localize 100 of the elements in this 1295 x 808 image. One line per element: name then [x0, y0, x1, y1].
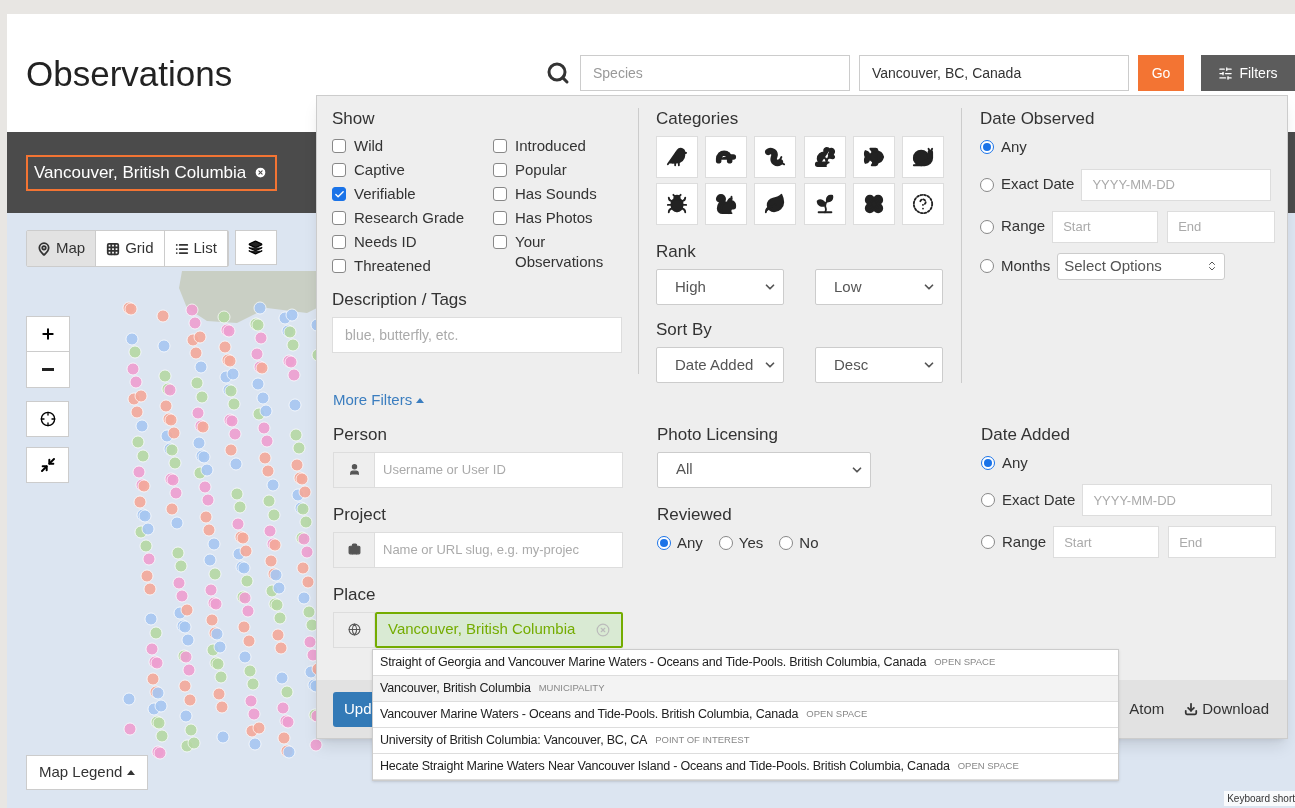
- leaf-icon: [764, 193, 787, 215]
- checkbox[interactable]: [332, 163, 346, 177]
- tags-field[interactable]: blue, butterfly, etc.: [332, 317, 622, 353]
- close-icon[interactable]: [254, 166, 268, 179]
- radio-label: No: [799, 532, 819, 553]
- search-icon: [546, 61, 570, 85]
- rank-select[interactable]: High: [656, 269, 784, 305]
- checkbox-label: Threatened: [354, 256, 431, 276]
- category-button[interactable]: [656, 136, 698, 178]
- checkbox[interactable]: [332, 139, 346, 153]
- months-select[interactable]: Select Options: [1057, 252, 1226, 280]
- radio-label: Exact Date: [1001, 174, 1075, 195]
- checkbox[interactable]: [493, 235, 507, 249]
- category-button[interactable]: [901, 136, 944, 178]
- caret-icon: [416, 397, 425, 403]
- category-button[interactable]: [852, 136, 895, 178]
- fullscreen-button[interactable]: [26, 447, 69, 483]
- radio-label: Exact Date: [1002, 489, 1076, 510]
- checkbox[interactable]: [332, 211, 346, 225]
- radio-button[interactable]: [980, 259, 994, 273]
- suggestion-label: Vancouver Marine Waters - Oceans and Tide-Pools. British Columbia, Canada: [380, 706, 799, 724]
- radio-button[interactable]: [981, 535, 995, 549]
- fish-icon: [862, 146, 885, 168]
- category-button[interactable]: [705, 136, 748, 178]
- question-icon: [911, 193, 934, 215]
- checkbox-label: Needs ID: [354, 232, 417, 252]
- filters-button[interactable]: Filters: [1201, 55, 1295, 91]
- more-filters-link[interactable]: More Filters: [333, 389, 425, 412]
- section-title: Reviewed: [657, 503, 733, 526]
- locate-icon: [39, 411, 56, 427]
- suggestion-item[interactable]: Straight of Georgia and Vancouver Marine Waters - Oceans and Tide-Pools. British Columbia, Canada OPEN SPACE: [373, 650, 1118, 676]
- end-date-field[interactable]: End: [1167, 210, 1276, 243]
- radio-button[interactable]: [981, 493, 995, 507]
- radio-button[interactable]: [980, 219, 994, 234]
- download-link[interactable]: Download: [1184, 697, 1269, 721]
- checkbox[interactable]: [493, 163, 507, 177]
- radio-button[interactable]: [657, 535, 671, 550]
- radio-button[interactable]: [980, 177, 994, 192]
- checkbox[interactable]: [493, 139, 507, 153]
- checkbox-label: Has Sounds: [515, 184, 597, 204]
- date-field[interactable]: YYYY-MM-DD: [1081, 168, 1272, 201]
- place-filter-chip[interactable]: Vancouver, British Columbia: [26, 154, 278, 191]
- layers-button[interactable]: [234, 230, 277, 265]
- section-title: Date Observed: [980, 108, 1096, 130]
- category-button[interactable]: [705, 183, 748, 225]
- suggestion-item[interactable]: Vancouver Marine Waters - Oceans and Tide-Pools. British Columbia, Canada OPEN SPACE: [373, 702, 1118, 728]
- checkbox-label: Verifiable: [354, 184, 416, 204]
- suggestion-item[interactable]: Hecate Straight Marine Waters Near Vancouver Island - Oceans and Tide-Pools. British Columbia, Canada OPEN SPACE: [373, 754, 1118, 780]
- person-field[interactable]: Username or User ID: [375, 451, 623, 488]
- radio-button[interactable]: [718, 535, 733, 550]
- species-field[interactable]: Species: [580, 55, 850, 91]
- suggestion-item[interactable]: University of British Columbia: Vancouver, BC, CA POINT OF INTEREST: [373, 728, 1118, 754]
- start-date-field[interactable]: Start: [1053, 526, 1160, 558]
- category-button[interactable]: [901, 183, 944, 225]
- sort-field-select[interactable]: Date Added: [656, 347, 784, 383]
- grid-icon: [106, 241, 121, 256]
- start-date-field[interactable]: Start: [1052, 210, 1159, 243]
- map-legend-button[interactable]: Map Legend: [26, 755, 149, 790]
- checkbox[interactable]: [332, 259, 346, 273]
- category-button[interactable]: [656, 183, 698, 225]
- snail-icon: [911, 146, 934, 168]
- radio-label: Any: [1001, 137, 1027, 157]
- category-button[interactable]: [803, 183, 846, 225]
- suggestion-type: OPEN SPACE: [934, 655, 996, 670]
- date-field[interactable]: YYYY-MM-DD: [1082, 484, 1273, 516]
- location-field[interactable]: Vancouver, BC, Canada: [859, 55, 1129, 91]
- shrink-icon: [39, 457, 56, 473]
- radio-label: Yes: [738, 532, 764, 553]
- category-button[interactable]: [803, 136, 846, 178]
- category-button[interactable]: [754, 183, 797, 225]
- section-title: Rank: [656, 241, 697, 263]
- page-title: Observations: [26, 55, 233, 91]
- rank-select[interactable]: Low: [815, 269, 943, 305]
- checkbox[interactable]: [332, 187, 346, 201]
- end-date-field[interactable]: End: [1168, 526, 1277, 558]
- sliders-icon: [1218, 65, 1234, 81]
- checkbox[interactable]: [493, 211, 507, 225]
- suggestion-type: MUNICIPALITY: [538, 681, 605, 696]
- section-title: Sort By: [656, 319, 713, 341]
- radio-button[interactable]: [980, 140, 994, 155]
- project-field[interactable]: Name or URL slug, e.g. my-projec: [375, 531, 623, 568]
- suggestion-label: Hecate Straight Marine Waters Near Vancouver Island - Oceans and Tide-Pools. British Columbia, Canada: [380, 758, 950, 776]
- view-tab[interactable]: Map: [27, 231, 97, 266]
- suggestion-label: University of British Columbia: Vancouver, BC, CA: [380, 732, 648, 750]
- radio-button[interactable]: [779, 535, 794, 550]
- suggestion-type: POINT OF INTEREST: [655, 733, 750, 748]
- category-button[interactable]: [852, 183, 895, 225]
- locate-button[interactable]: [26, 401, 69, 437]
- checkbox[interactable]: [493, 187, 507, 201]
- radio-label: Any: [1002, 452, 1028, 473]
- suggestion-item[interactable]: Vancouver, British Columbia MUNICIPALITY: [373, 676, 1118, 702]
- licensing-select[interactable]: All: [657, 451, 871, 488]
- category-button[interactable]: [754, 136, 797, 178]
- atom-link[interactable]: Atom: [1129, 697, 1165, 721]
- bug-icon: [666, 193, 688, 215]
- sort-order-select[interactable]: Desc: [815, 347, 943, 383]
- flower-icon: [862, 193, 885, 215]
- radio-button[interactable]: [981, 455, 995, 470]
- rat-icon: [813, 146, 836, 168]
- checkbox[interactable]: [332, 235, 346, 249]
